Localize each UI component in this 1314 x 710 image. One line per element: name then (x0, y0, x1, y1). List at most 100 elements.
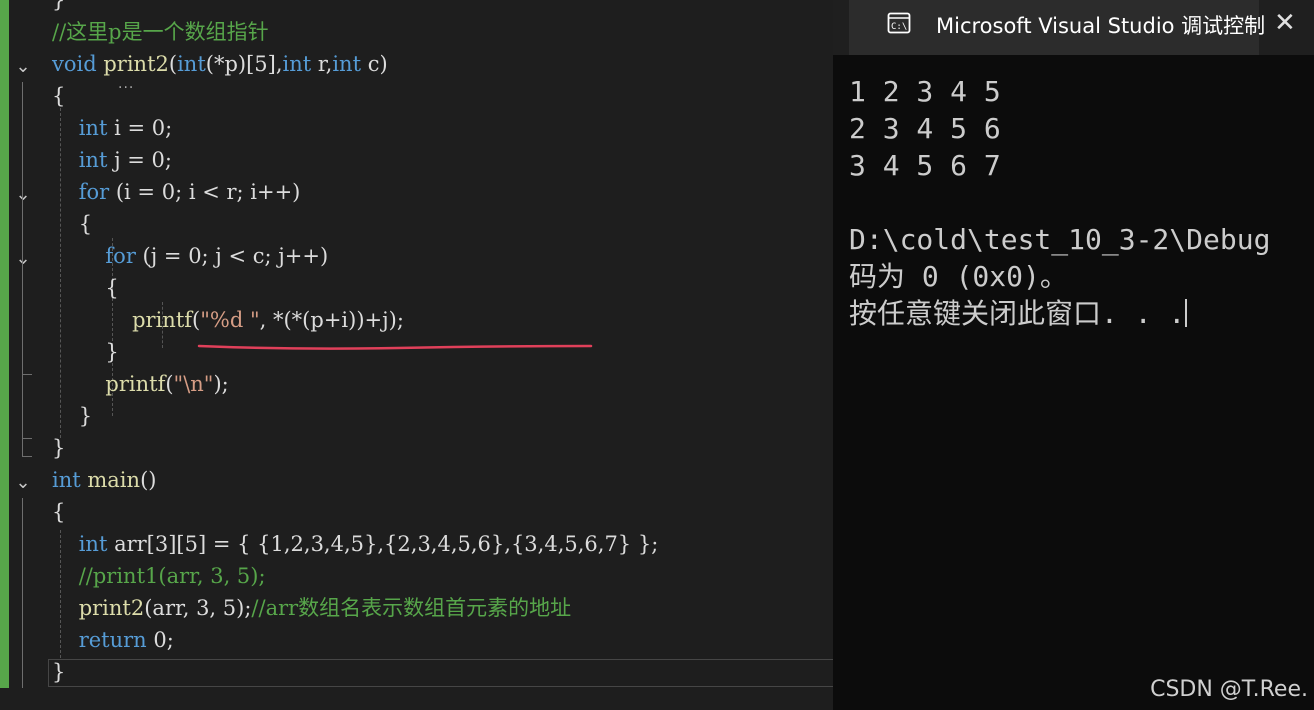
code-token: return (78, 628, 147, 652)
console-output: 1 2 3 4 5 2 3 4 5 6 3 4 5 6 7 D:\cold\test_… (849, 73, 1314, 332)
fold-toggle-inner-for[interactable]: ⌄ (12, 248, 34, 270)
code-token: int (282, 52, 312, 76)
code-token: arr[3][5] = { {1,2,3,4,5},{2,3,4,5,6},{3… (107, 532, 659, 556)
code-line[interactable]: for (i = 0; i < r; i++) (52, 176, 301, 208)
code-token: void (52, 52, 97, 76)
console-line-text: 2 3 4 5 6 (849, 112, 1001, 145)
squiggle-path (197, 344, 593, 350)
code-token: } (52, 340, 119, 364)
fold-toggle-main[interactable]: ⌄ (12, 472, 34, 494)
code-token: printf (105, 372, 166, 396)
code-editor[interactable]: ⌄ ⌄ ⌄ ⌄ }//这里p是一个数组指针 void print2(int(*p)… (0, 0, 833, 710)
code-line[interactable]: { (52, 208, 92, 240)
code-token: j = 0; (107, 148, 172, 172)
code-token: 0; (146, 628, 174, 652)
intellisense-dots: ··· (118, 80, 135, 96)
console-line-text: 码为 0 (0x0)。 (849, 260, 1068, 293)
code-token: int (52, 468, 81, 492)
code-token: { (52, 84, 66, 108)
code-token: { (52, 500, 66, 524)
current-line-highlight (48, 659, 833, 687)
code-token: int (332, 52, 362, 76)
console-line-text: 3 4 5 6 7 (849, 149, 1001, 182)
code-token: () (140, 468, 157, 492)
code-line[interactable]: { (52, 272, 119, 304)
code-line[interactable]: printf("%d ", *(*(p+i))+j); (52, 304, 404, 336)
code-token: printf (132, 308, 193, 332)
code-token: print2 (103, 52, 169, 76)
code-token: i = 0; (107, 116, 173, 140)
fold-range-line (22, 498, 23, 688)
code-token: //这里p是一个数组指针 (52, 20, 269, 44)
code-token: int (177, 52, 206, 76)
code-token: int (78, 116, 108, 140)
console-line-text: 按任意键关闭此窗口. . . (849, 297, 1186, 330)
code-line[interactable]: int j = 0; (52, 144, 172, 176)
close-icon[interactable]: ✕ (1274, 8, 1296, 38)
console-titlebar[interactable]: C:\ Microsoft Visual Studio 调试控制台 ✕ (833, 0, 1314, 55)
code-line[interactable]: } (52, 400, 92, 432)
console-line: 1 2 3 4 5 (849, 73, 1314, 110)
code-line[interactable]: int i = 0; (52, 112, 172, 144)
code-token: int (78, 532, 108, 556)
console-line: D:\cold\test_10_3-2\Debug (849, 221, 1314, 258)
code-token: print2 (78, 596, 145, 620)
code-token: //arr数组名表示数组首元素的地址 (251, 596, 572, 620)
code-line[interactable]: //print1(arr, 3, 5); (52, 560, 266, 592)
code-token: (i = 0; i < r; i++) (109, 180, 301, 204)
code-token: main (87, 468, 141, 492)
console-line: 2 3 4 5 6 (849, 110, 1314, 147)
console-line-text: 1 2 3 4 5 (849, 75, 1001, 108)
code-token: } (52, 436, 66, 460)
code-token: //print1(arr, 3, 5); (78, 564, 266, 588)
code-token: "\n" (173, 372, 214, 396)
console-tab[interactable]: C:\ Microsoft Visual Studio 调试控制台 (849, 0, 1264, 55)
watermark: CSDN @T.Ree. (1150, 677, 1308, 702)
console-line: 按任意键关闭此窗口. . . (849, 295, 1314, 332)
code-line[interactable]: //这里p是一个数组指针 (52, 16, 269, 48)
code-line[interactable]: return 0; (52, 624, 174, 656)
code-line[interactable]: print2(arr, 3, 5);//arr数组名表示数组首元素的地址 (52, 592, 571, 624)
code-line[interactable]: { (52, 496, 65, 528)
code-token: ( (165, 372, 174, 396)
code-line[interactable]: for (j = 0; j < c; j++) (52, 240, 328, 272)
code-line[interactable]: int arr[3][5] = { {1,2,3,4,5},{2,3,4,5,6… (52, 528, 659, 560)
text-cursor (1185, 299, 1188, 327)
code-token: c) (361, 52, 388, 76)
fold-toggle-outer-for[interactable]: ⌄ (12, 184, 34, 206)
code-line[interactable]: int main() (52, 464, 156, 496)
console-line-text: D:\cold\test_10_3-2\Debug (849, 223, 1271, 256)
code-token: for (78, 180, 110, 204)
code-line[interactable]: { (52, 80, 65, 112)
code-line[interactable]: } (52, 656, 65, 688)
code-token: "%d " (200, 308, 260, 332)
code-token: } (52, 0, 66, 12)
error-squiggle (197, 344, 593, 350)
code-token: (*p)[5], (205, 52, 283, 76)
code-line[interactable]: } (52, 432, 65, 464)
change-tracking-bar (0, 0, 9, 688)
terminal-icon: C:\ (887, 12, 911, 34)
code-line[interactable]: } (52, 336, 119, 368)
fold-range-end (22, 374, 32, 375)
debug-console-window[interactable]: C:\ Microsoft Visual Studio 调试控制台 ✕ 1 2 … (833, 0, 1314, 710)
code-token: } (52, 660, 66, 684)
console-title: Microsoft Visual Studio 调试控制台 (936, 14, 1264, 38)
code-line[interactable]: void print2(int(*p)[5],int r,int c) (52, 48, 388, 80)
fold-toggle-print2[interactable]: ⌄ (12, 56, 34, 78)
code-token: { (52, 276, 119, 300)
fold-range-end (22, 438, 32, 439)
svg-text:C:\: C:\ (891, 22, 907, 32)
code-line[interactable]: printf("\n"); (52, 368, 228, 400)
code-line[interactable]: } (52, 0, 65, 16)
